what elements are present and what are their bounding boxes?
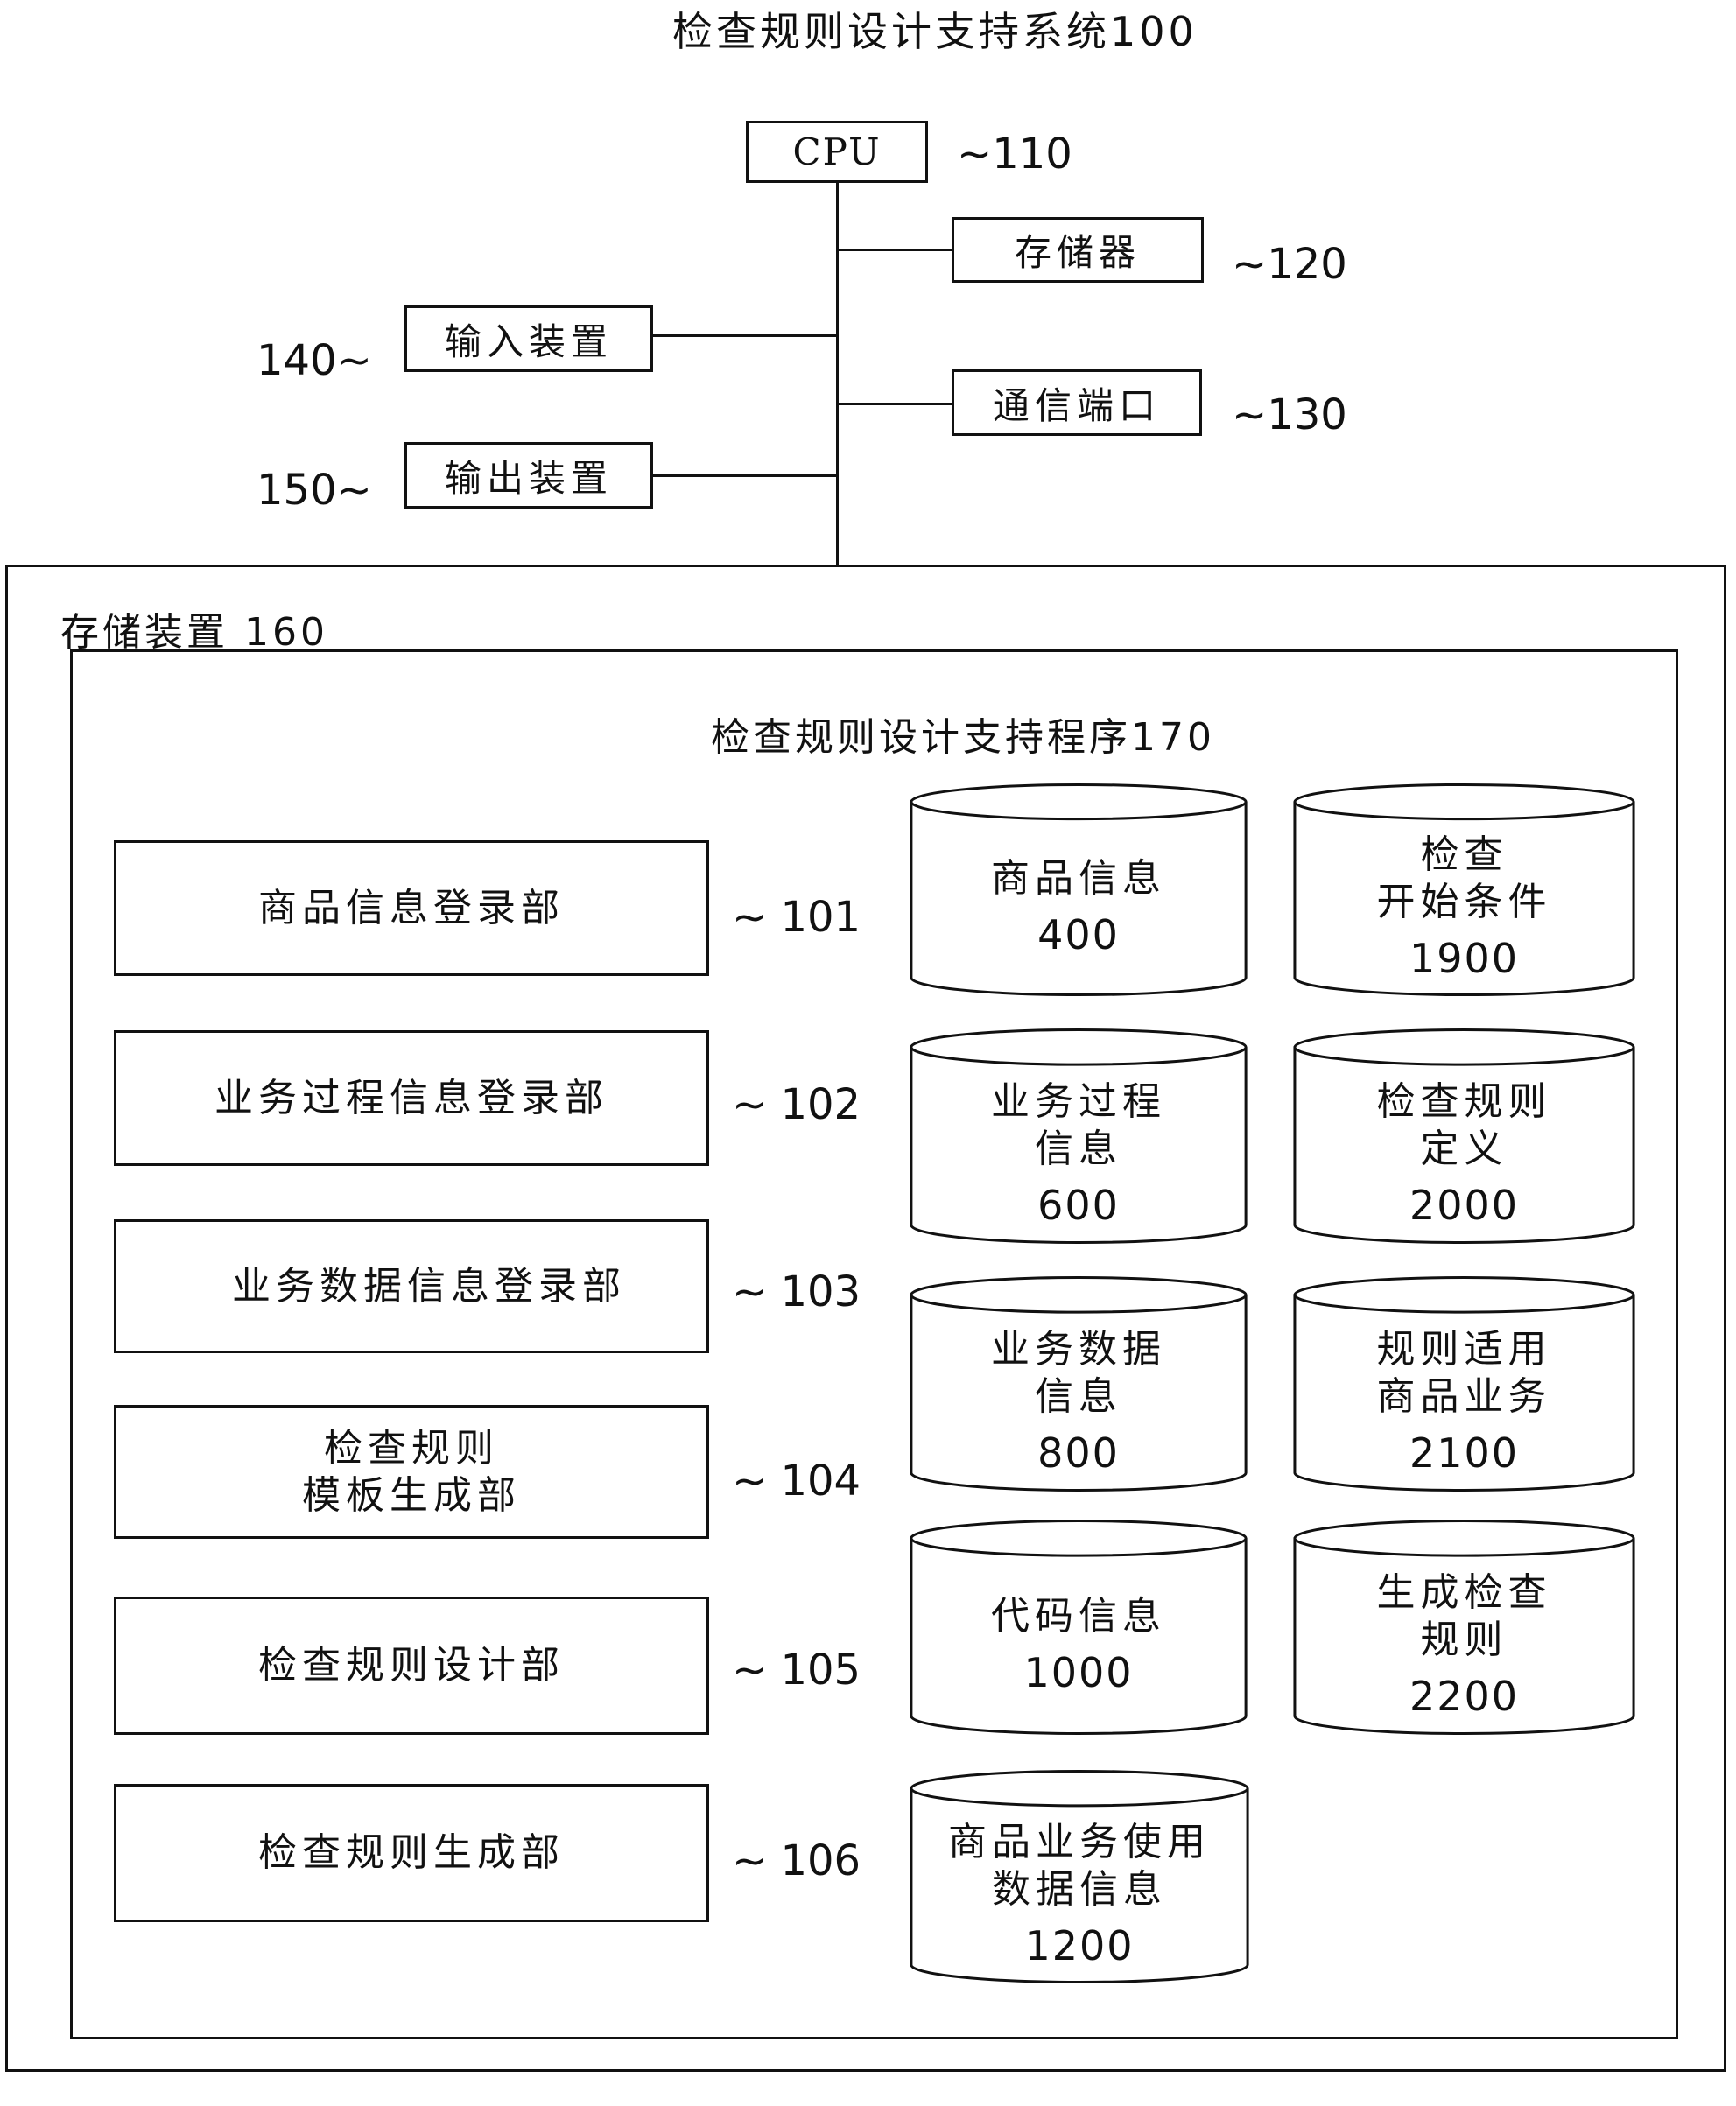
cylinder-top xyxy=(911,1277,1246,1312)
module-label: 检查规则生成部 xyxy=(258,1830,565,1875)
database-label: 商品信息 400 xyxy=(908,830,1249,984)
database-label: 业务过程 信息 600 xyxy=(908,1076,1249,1232)
database-business-process-info: 业务过程 信息 600 xyxy=(908,1028,1249,1245)
module-ref-105: ~ 105 xyxy=(732,1646,861,1695)
bus-connector-comm xyxy=(837,403,952,405)
comm-port-ref: ~130 xyxy=(1232,390,1347,439)
database-label-line: 代码信息 xyxy=(991,1593,1166,1639)
database-number: 2000 xyxy=(1409,1181,1520,1229)
database-label-line: 信息 xyxy=(1035,1373,1122,1419)
module-ref-106: ~ 106 xyxy=(732,1836,861,1885)
bus-connector-input xyxy=(653,334,837,337)
database-label: 检查规则 定义 2000 xyxy=(1291,1076,1637,1232)
database-label: 业务数据 信息 800 xyxy=(908,1323,1249,1480)
database-check-start-conditions: 检查 开始条件 1900 xyxy=(1291,783,1637,997)
database-label: 代码信息 1000 xyxy=(908,1567,1249,1723)
database-label-line: 商品信息 xyxy=(991,856,1166,902)
database-label-line: 规则适用 xyxy=(1376,1326,1552,1372)
database-label-line: 业务过程 xyxy=(991,1078,1166,1124)
cylinder-top xyxy=(911,1029,1246,1064)
module-ref-103: ~ 103 xyxy=(732,1267,861,1316)
module-label: 业务数据信息登录部 xyxy=(232,1263,626,1309)
bus-connector-output xyxy=(653,474,837,477)
database-product-business-usage-data-info: 商品业务使用 数据信息 1200 xyxy=(908,1769,1251,1984)
cpu-box: CPU xyxy=(746,121,928,183)
cylinder-top xyxy=(911,1771,1248,1805)
system-title: 检查规则设计支持系统100 xyxy=(672,8,1198,55)
module-label-line2: 模板生成部 xyxy=(302,1472,521,1518)
system-bus-line xyxy=(836,183,839,566)
database-number: 1000 xyxy=(1023,1648,1134,1696)
cpu-ref: ~110 xyxy=(957,130,1072,179)
memory-ref: ~120 xyxy=(1232,240,1347,289)
database-label-line: 开始条件 xyxy=(1376,880,1552,925)
database-product-info: 商品信息 400 xyxy=(908,783,1249,997)
module-rule-design: 检查规则设计部 xyxy=(114,1597,709,1735)
database-number: 1900 xyxy=(1409,935,1520,983)
comm-port-label: 通信端口 xyxy=(992,383,1161,427)
database-number: 2100 xyxy=(1409,1429,1520,1477)
module-label: 商品信息登录部 xyxy=(258,885,565,930)
module-rule-generation: 检查规则生成部 xyxy=(114,1784,709,1922)
database-check-rule-definitions: 检查规则 定义 2000 xyxy=(1291,1028,1637,1245)
database-label-line: 生成检查 xyxy=(1376,1569,1552,1615)
cylinder-top xyxy=(1295,1029,1634,1064)
database-generated-check-rules: 生成检查 规则 2200 xyxy=(1291,1519,1637,1736)
module-ref-102: ~ 102 xyxy=(732,1080,861,1129)
database-label-line: 检查 xyxy=(1420,832,1508,878)
cylinder-top xyxy=(911,1520,1246,1555)
storage-device-label: 存储装置 160 xyxy=(60,610,328,655)
output-device-label: 输出装置 xyxy=(444,456,613,500)
output-device-box: 输出装置 xyxy=(404,442,653,509)
module-label: 检查规则设计部 xyxy=(258,1643,565,1688)
database-number: 400 xyxy=(1037,911,1120,959)
input-device-ref: 140~ xyxy=(257,336,372,385)
cpu-label: CPU xyxy=(792,130,882,173)
cylinder-top xyxy=(1295,784,1634,818)
database-label-line: 商品业务使用 xyxy=(948,1819,1211,1864)
module-label: 业务过程信息登录部 xyxy=(214,1075,608,1120)
database-label-line: 数据信息 xyxy=(992,1866,1167,1912)
output-device-ref: 150~ xyxy=(257,466,372,515)
input-device-box: 输入装置 xyxy=(404,305,653,372)
program-title: 检查规则设计支持程序170 xyxy=(711,715,1215,760)
database-number: 800 xyxy=(1037,1429,1120,1477)
input-device-label: 输入装置 xyxy=(444,319,613,363)
memory-box: 存储器 xyxy=(952,217,1204,283)
comm-port-box: 通信端口 xyxy=(952,369,1202,436)
database-rule-applicable-product-business: 规则适用 商品业务 2100 xyxy=(1291,1275,1637,1492)
memory-label: 存储器 xyxy=(1014,231,1141,274)
module-business-process-registration: 业务过程信息登录部 xyxy=(114,1030,709,1166)
cylinder-top xyxy=(1295,1520,1634,1555)
database-label-line: 业务数据 xyxy=(991,1326,1166,1372)
database-label-line: 商品业务 xyxy=(1376,1373,1552,1419)
database-number: 2200 xyxy=(1409,1672,1520,1720)
database-label-line: 规则 xyxy=(1420,1617,1508,1662)
database-label: 规则适用 商品业务 2100 xyxy=(1291,1323,1637,1480)
database-number: 1200 xyxy=(1024,1921,1135,1969)
database-label-line: 信息 xyxy=(1035,1126,1122,1171)
module-ref-101: ~ 101 xyxy=(732,893,861,942)
database-business-data-info: 业务数据 信息 800 xyxy=(908,1275,1249,1492)
cylinder-top xyxy=(1295,1277,1634,1312)
module-ref-104: ~ 104 xyxy=(732,1457,861,1506)
module-business-data-registration: 业务数据信息登录部 xyxy=(114,1219,709,1353)
cylinder-top xyxy=(911,784,1246,818)
database-label: 检查 开始条件 1900 xyxy=(1291,830,1637,984)
database-label: 生成检查 规则 2200 xyxy=(1291,1567,1637,1723)
database-code-info: 代码信息 1000 xyxy=(908,1519,1249,1736)
database-label-line: 检查规则 xyxy=(1376,1078,1552,1124)
module-rule-template-generation: 检查规则 模板生成部 xyxy=(114,1405,709,1539)
bus-connector-memory xyxy=(837,249,952,251)
module-product-info-registration: 商品信息登录部 xyxy=(114,840,709,976)
database-number: 600 xyxy=(1037,1181,1120,1229)
database-label: 商品业务使用 数据信息 1200 xyxy=(908,1816,1251,1971)
module-label-line1: 检查规则 xyxy=(324,1425,499,1471)
database-label-line: 定义 xyxy=(1420,1126,1508,1171)
